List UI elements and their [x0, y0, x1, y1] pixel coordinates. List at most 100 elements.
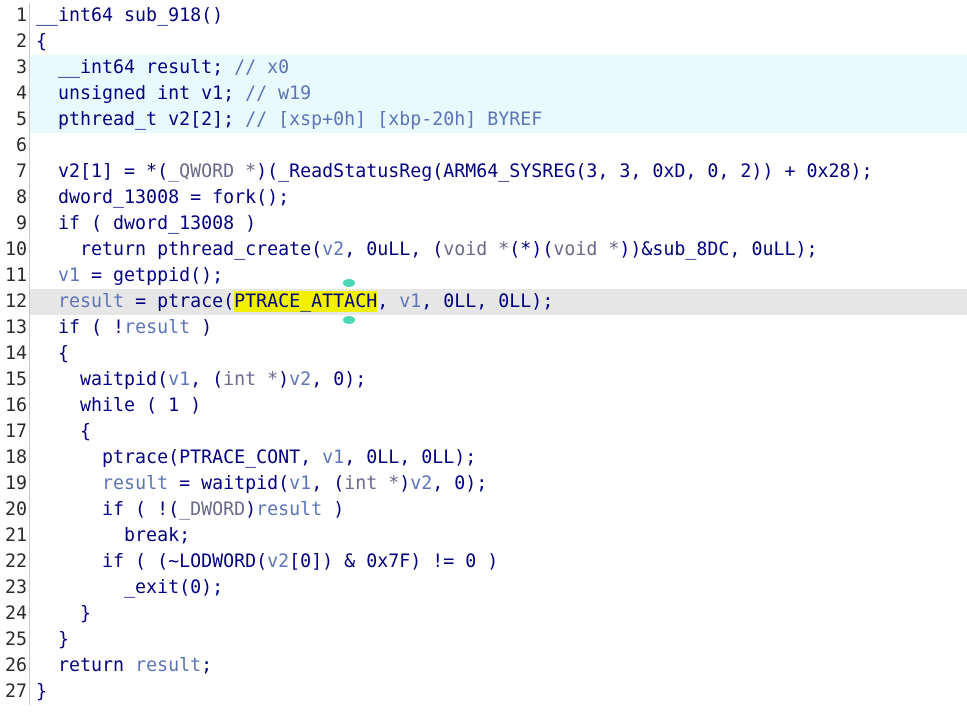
code-token[interactable]: // w19 — [245, 83, 311, 104]
code-line[interactable]: 25 } — [0, 627, 967, 653]
code-token[interactable]: while ( 1 ) — [36, 395, 201, 416]
code-token[interactable]: , 0LL, 0LL); — [421, 291, 553, 312]
code-token[interactable]: v1 — [168, 369, 190, 390]
code-text[interactable]: if ( (~LODWORD(v2[0]) & 0x7F) != 0 ) — [30, 549, 967, 575]
code-token[interactable]: unsigned int v1; — [36, 83, 245, 104]
code-line[interactable]: 17 { — [0, 419, 967, 445]
code-token[interactable]: v2 — [410, 473, 432, 494]
code-token[interactable]: int * — [344, 473, 399, 494]
code-token[interactable]: // [xsp+0h] [xbp-20h] BYREF — [245, 109, 542, 130]
code-line[interactable]: 5 pthread_t v2[2]; // [xsp+0h] [xbp-20h]… — [0, 107, 967, 133]
code-text[interactable]: unsigned int v1; // w19 — [30, 81, 967, 107]
code-token[interactable]: = waitpid( — [168, 473, 289, 494]
code-token[interactable]: (*)( — [509, 239, 553, 260]
code-text[interactable]: while ( 1 ) — [30, 393, 967, 419]
code-line[interactable]: 13 if ( !result ) — [0, 315, 967, 341]
code-token[interactable]: ; — [201, 655, 212, 676]
code-token[interactable]: } — [36, 681, 47, 702]
code-line[interactable]: 1 __int64 sub_918() — [0, 3, 967, 29]
code-token[interactable]: = ptrace( — [124, 291, 234, 312]
code-text[interactable]: ptrace(PTRACE_CONT, v1, 0LL, 0LL); — [30, 445, 967, 471]
code-text[interactable]: } — [30, 601, 967, 627]
code-token[interactable]: __int64 result; — [36, 57, 234, 78]
code-token[interactable]: v1 — [322, 447, 344, 468]
code-token[interactable]: ptrace(PTRACE_CONT, — [36, 447, 322, 468]
code-text[interactable]: if ( dword_13008 ) — [30, 211, 967, 237]
code-token[interactable]: return — [36, 655, 135, 676]
code-line[interactable]: 8 dword_13008 = fork(); — [0, 185, 967, 211]
code-text[interactable]: v1 = getppid(); — [30, 263, 967, 289]
code-line[interactable]: 22 if ( (~LODWORD(v2[0]) & 0x7F) != 0 ) — [0, 549, 967, 575]
code-token[interactable]: if ( (~LODWORD( — [36, 551, 267, 572]
code-line[interactable]: 12 result = ptrace(PTRACE_ATTACH, v1, 0L… — [0, 289, 967, 315]
code-token[interactable]: void * — [443, 239, 509, 260]
code-text[interactable]: } — [30, 627, 967, 653]
code-token[interactable]: , 0); — [311, 369, 366, 390]
code-token[interactable]: if ( dword_13008 ) — [36, 213, 256, 234]
code-line[interactable]: 15 waitpid(v1, (int *)v2, 0); — [0, 367, 967, 393]
code-line[interactable]: 14 { — [0, 341, 967, 367]
code-token[interactable]: v1 — [58, 265, 80, 286]
code-token[interactable] — [36, 265, 58, 286]
highlighted-token[interactable]: PTRACE_ATTACH — [234, 291, 378, 312]
code-token[interactable]: v1 — [399, 291, 421, 312]
code-text[interactable]: } — [30, 679, 967, 705]
code-token[interactable]: __int64 sub_918() — [36, 5, 223, 26]
code-token[interactable]: ))&sub_8DC, 0uLL); — [619, 239, 817, 260]
code-text[interactable]: pthread_t v2[2]; // [xsp+0h] [xbp-20h] B… — [30, 107, 967, 133]
code-text[interactable]: waitpid(v1, (int *)v2, 0); — [30, 367, 967, 393]
code-line[interactable]: 21 break; — [0, 523, 967, 549]
code-line[interactable]: 20 if ( !(_DWORD)result ) — [0, 497, 967, 523]
code-token[interactable]: ) — [190, 317, 212, 338]
code-line[interactable]: 3 __int64 result; // x0 — [0, 55, 967, 81]
code-token[interactable]: { — [36, 343, 69, 364]
code-token[interactable]: v2 — [322, 239, 344, 260]
code-token[interactable]: if ( ! — [36, 317, 124, 338]
code-line[interactable]: 6 — [0, 133, 967, 159]
pseudocode-view[interactable]: 1 __int64 sub_918() 2{3 __int64 result; //… — [0, 0, 967, 712]
code-token[interactable]: result — [256, 499, 322, 520]
code-token[interactable]: waitpid( — [36, 369, 168, 390]
code-text[interactable]: { — [30, 341, 967, 367]
code-token[interactable]: { — [36, 421, 91, 442]
code-token[interactable] — [36, 473, 102, 494]
code-token[interactable]: , ( — [311, 473, 344, 494]
code-line[interactable]: 10 return pthread_create(v2, 0uLL, (void… — [0, 237, 967, 263]
code-line[interactable]: 4 unsigned int v1; // w19 — [0, 81, 967, 107]
code-text[interactable]: return result; — [30, 653, 967, 679]
code-token[interactable]: } — [36, 629, 69, 650]
code-token[interactable]: result — [102, 473, 168, 494]
code-token[interactable]: v1 — [289, 473, 311, 494]
code-text[interactable]: { — [30, 29, 967, 55]
code-token[interactable]: break; — [36, 525, 190, 546]
code-text[interactable]: _exit(0); — [30, 575, 967, 601]
code-text[interactable]: dword_13008 = fork(); — [30, 185, 967, 211]
code-text[interactable]: result = ptrace(PTRACE_ATTACH, v1, 0LL, … — [30, 289, 967, 315]
code-line[interactable]: 18 ptrace(PTRACE_CONT, v1, 0LL, 0LL); — [0, 445, 967, 471]
code-token[interactable]: ) — [399, 473, 410, 494]
code-line[interactable]: 16 while ( 1 ) — [0, 393, 967, 419]
code-token[interactable]: , 0); — [432, 473, 487, 494]
code-text[interactable]: __int64 sub_918() — [30, 3, 967, 29]
code-token[interactable]: v2 — [289, 369, 311, 390]
code-token[interactable]: result — [58, 291, 124, 312]
code-line[interactable]: 9 if ( dword_13008 ) — [0, 211, 967, 237]
code-token[interactable]: pthread_t v2[2]; — [36, 109, 245, 130]
code-token[interactable]: return pthread_create( — [36, 239, 322, 260]
code-token[interactable]: ) — [245, 499, 256, 520]
code-token[interactable]: v2 — [267, 551, 289, 572]
code-token[interactable]: , — [377, 291, 399, 312]
code-line[interactable]: 24 } — [0, 601, 967, 627]
code-text[interactable]: result = waitpid(v1, (int *)v2, 0); — [30, 471, 967, 497]
code-token[interactable] — [36, 291, 58, 312]
code-token[interactable]: result — [124, 317, 190, 338]
code-text[interactable]: if ( !(_DWORD)result ) — [30, 497, 967, 523]
code-text[interactable]: if ( !result ) — [30, 315, 967, 341]
code-token[interactable]: ) — [278, 369, 289, 390]
code-text[interactable] — [30, 133, 967, 159]
code-token[interactable]: int * — [223, 369, 278, 390]
code-token[interactable]: ) — [322, 499, 344, 520]
code-text[interactable]: { — [30, 419, 967, 445]
code-line[interactable]: 23 _exit(0); — [0, 575, 967, 601]
code-line[interactable]: 11 v1 = getppid(); — [0, 263, 967, 289]
